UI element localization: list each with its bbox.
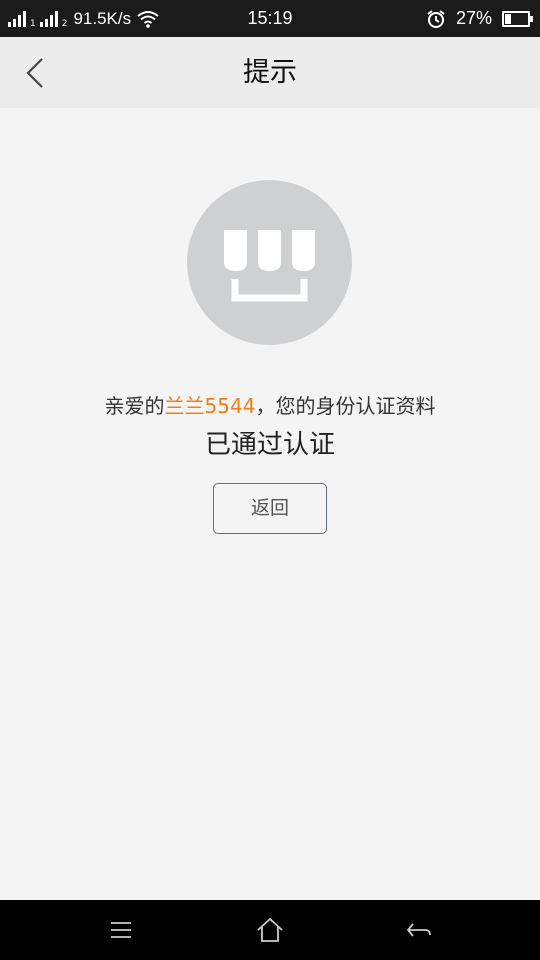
navigation-bar xyxy=(0,900,540,960)
menu-icon xyxy=(111,922,131,938)
battery-icon xyxy=(502,10,533,27)
page-title: 提示 xyxy=(243,57,297,88)
alarm-icon xyxy=(427,9,445,28)
home-icon xyxy=(257,917,283,942)
home-button[interactable] xyxy=(250,910,290,950)
verification-message: 亲爱的兰兰5544，您的身份认证资料 xyxy=(0,390,540,419)
message-prefix: 亲爱的 xyxy=(104,394,165,418)
verification-avatar xyxy=(187,180,352,345)
back-icon xyxy=(406,923,431,937)
nav-back-button[interactable] xyxy=(399,910,439,950)
return-button[interactable]: 返回 xyxy=(213,483,327,534)
store-icon xyxy=(224,230,315,302)
verification-status: 已通过认证 xyxy=(204,430,335,460)
menu-button[interactable] xyxy=(101,910,141,950)
battery-percent: 27% xyxy=(455,8,492,28)
status-bar: 1 2 91.5K/s 15:19 27% xyxy=(0,0,540,37)
title-bar: 提示 xyxy=(0,37,540,108)
message-suffix: ，您的身份认证资料 xyxy=(255,394,436,418)
status-right: 27% xyxy=(426,0,533,37)
username: 兰兰5544 xyxy=(164,394,256,418)
